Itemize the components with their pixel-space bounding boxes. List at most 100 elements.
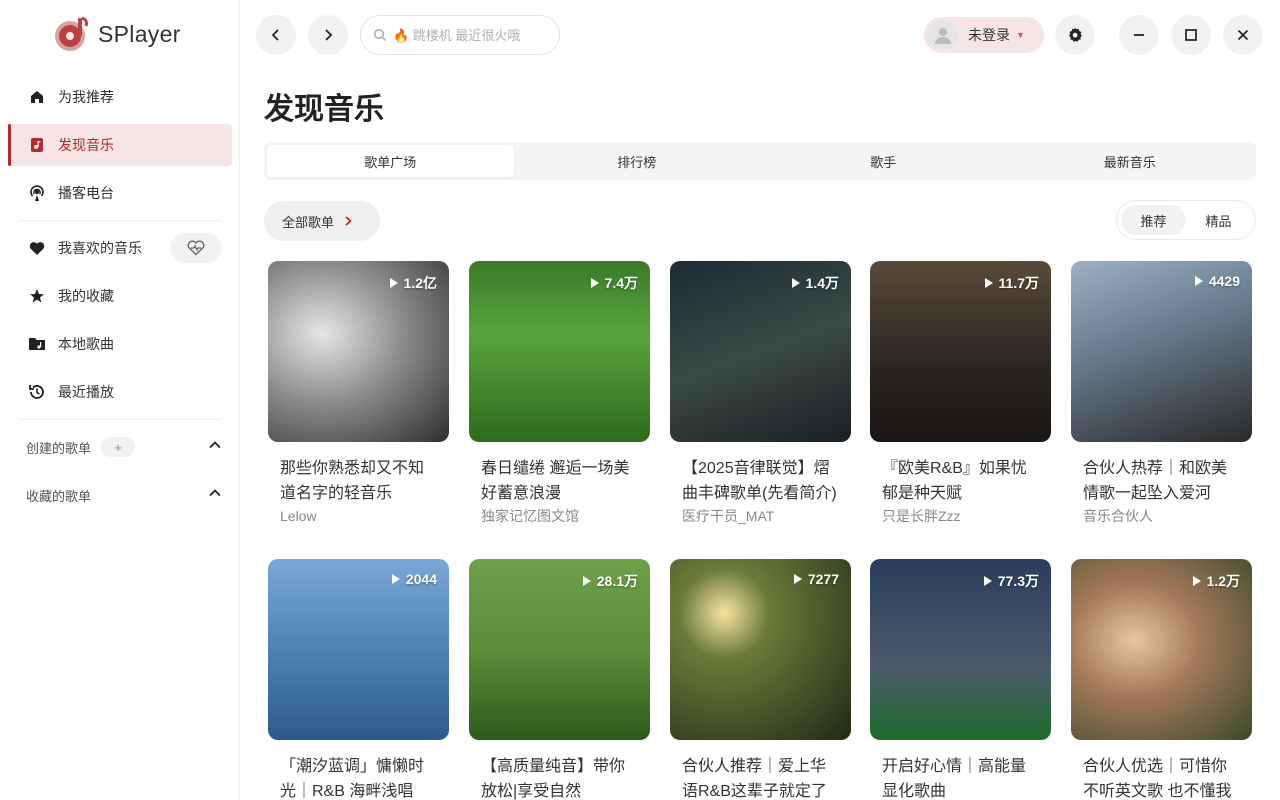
back-button[interactable] [256, 15, 296, 55]
play-icon [389, 278, 398, 288]
playlist-creator[interactable]: Lelow [280, 506, 437, 526]
play-count: 2044 [391, 571, 437, 587]
minimize-button[interactable] [1119, 15, 1159, 55]
sidebar-item-label: 我的收藏 [58, 288, 114, 304]
playlist-cover[interactable]: 1.4万 [670, 261, 851, 442]
sidebar-divider [18, 220, 222, 221]
all-playlists-label: 全部歌单 [282, 214, 335, 230]
tab-new-music[interactable]: 最新音乐 [1007, 145, 1254, 177]
playlist-creator[interactable]: 独家记忆图文馆 [481, 506, 638, 526]
chevron-left-icon [271, 29, 279, 41]
caret-down-icon: ▼ [1016, 30, 1025, 40]
settings-button[interactable] [1055, 15, 1095, 55]
close-icon [1237, 29, 1249, 41]
playlist-title[interactable]: 合伙人推荐｜爱上华语R&B这辈子就定了 [682, 754, 839, 800]
chevron-right-icon [325, 29, 333, 41]
playlist-card[interactable]: 4429 合伙人热荐｜和欧美情歌一起坠入爱河 音乐合伙人 [1071, 261, 1252, 526]
playlist-title[interactable]: 合伙人优选｜可惜你不听英文歌 也不懂我 [1083, 754, 1240, 800]
heartbeat-mode-button[interactable] [170, 233, 222, 263]
collected-playlists-header[interactable]: 收藏的歌单 [26, 483, 222, 507]
playlist-title[interactable]: 『欧美R&B』如果忧郁是种天赋 [882, 456, 1039, 506]
playlist-cover[interactable]: 7277 [670, 559, 851, 740]
add-playlist-button[interactable]: + [101, 437, 136, 457]
playlist-card[interactable]: 1.2万 合伙人优选｜可惜你不听英文歌 也不懂我 [1071, 559, 1252, 800]
created-playlists-header[interactable]: 创建的歌单 + [26, 435, 222, 459]
playlist-title[interactable]: 那些你熟悉却又不知道名字的轻音乐 [280, 456, 437, 506]
search-box[interactable] [360, 15, 560, 55]
playlist-card[interactable]: 77.3万 开启好心情｜高能量显化歌曲 [870, 559, 1051, 800]
all-playlists-button[interactable]: 全部歌单 [264, 201, 380, 241]
playlist-card[interactable]: 2044 「潮汐蓝调」慵懒时光｜R&B 海畔浅唱 [268, 559, 449, 800]
play-count: 77.3万 [983, 571, 1039, 591]
playlist-card[interactable]: 1.2亿 那些你熟悉却又不知道名字的轻音乐 Lelow [268, 261, 449, 526]
playlist-creator[interactable]: 只是长胖Zzz [882, 506, 1039, 526]
created-playlists-label: 创建的歌单 [26, 440, 92, 456]
play-count: 1.2万 [1192, 571, 1240, 591]
play-count-value: 4429 [1208, 273, 1240, 289]
search-input[interactable] [393, 27, 533, 43]
play-count: 1.4万 [791, 273, 839, 293]
sidebar-item-liked-music[interactable]: 我喜欢的音乐 [8, 227, 168, 269]
forward-button[interactable] [308, 15, 348, 55]
playlist-creator[interactable]: 音乐合伙人 [1083, 506, 1240, 526]
sidebar-item-recommend[interactable]: 为我推荐 [8, 76, 232, 118]
sidebar-item-favorites[interactable]: 我的收藏 [8, 275, 232, 317]
playlist-cover[interactable]: 1.2亿 [268, 261, 449, 442]
filter-recommend[interactable]: 推荐 [1121, 205, 1186, 235]
folder-music-icon [28, 335, 46, 353]
user-icon [935, 28, 951, 44]
sidebar-item-label: 发现音乐 [58, 137, 114, 153]
playlist-title[interactable]: 开启好心情｜高能量显化歌曲 [882, 754, 1039, 800]
playlist-card[interactable]: 11.7万 『欧美R&B』如果忧郁是种天赋 只是长胖Zzz [870, 261, 1051, 526]
tab-charts[interactable]: 排行榜 [514, 145, 761, 177]
app-logo[interactable]: SPlayer [54, 16, 181, 52]
chevron-up-icon[interactable] [208, 486, 222, 503]
tab-artists[interactable]: 歌手 [760, 145, 1007, 177]
user-menu[interactable]: 未登录 ▼ [924, 17, 1044, 53]
playlist-card[interactable]: 1.4万 【2025音律联觉】熠曲丰碑歌单(先看简介) 医疗干员_MAT [670, 261, 851, 526]
play-count-value: 1.2万 [1206, 573, 1240, 589]
playlist-cover[interactable]: 4429 [1071, 261, 1252, 442]
playlist-card[interactable]: 28.1万 【高质量纯音】带你放松|享受自然 [469, 559, 650, 800]
maximize-button[interactable] [1171, 15, 1211, 55]
play-count-value: 11.7万 [998, 275, 1039, 291]
play-icon [1192, 576, 1201, 586]
history-icon [28, 383, 46, 401]
playlist-title[interactable]: 合伙人热荐｜和欧美情歌一起坠入爱河 [1083, 456, 1240, 506]
playlist-title[interactable]: 「潮汐蓝调」慵懒时光｜R&B 海畔浅唱 [280, 754, 437, 800]
playlist-cover[interactable]: 1.2万 [1071, 559, 1252, 740]
playlist-cover[interactable]: 77.3万 [870, 559, 1051, 740]
sidebar-item-discover[interactable]: 发现音乐 [8, 124, 232, 166]
chevron-right-icon [345, 216, 352, 226]
sidebar-divider [18, 419, 222, 420]
main-content: 未登录 ▼ 发现音乐 歌单广场 排行榜 歌手 最新音乐 全部歌单 推荐 精品 1… [240, 0, 1280, 800]
playlist-cover[interactable]: 28.1万 [469, 559, 650, 740]
play-icon [590, 278, 599, 288]
filter-toggle: 推荐 精品 [1116, 200, 1256, 240]
close-button[interactable] [1223, 15, 1263, 55]
home-icon [28, 88, 46, 106]
playlist-cover[interactable]: 7.4万 [469, 261, 650, 442]
search-icon [373, 28, 387, 42]
minimize-icon [1134, 34, 1144, 36]
playlist-cover[interactable]: 11.7万 [870, 261, 1051, 442]
playlist-title[interactable]: 【高质量纯音】带你放松|享受自然 [481, 754, 638, 800]
sidebar-item-local-songs[interactable]: 本地歌曲 [8, 323, 232, 365]
sidebar-item-label: 我喜欢的音乐 [58, 240, 142, 256]
play-icon [391, 574, 400, 584]
playlist-title[interactable]: 【2025音律联觉】熠曲丰碑歌单(先看简介) [682, 456, 839, 506]
playlist-creator[interactable]: 医疗干员_MAT [682, 506, 839, 526]
playlist-card[interactable]: 7277 合伙人推荐｜爱上华语R&B这辈子就定了 [670, 559, 851, 800]
play-count: 28.1万 [582, 571, 638, 591]
logo-icon [54, 16, 88, 52]
tab-playlist-square[interactable]: 歌单广场 [267, 145, 514, 177]
playlist-cover[interactable]: 2044 [268, 559, 449, 740]
chevron-up-icon[interactable] [208, 438, 222, 455]
sidebar: SPlayer 为我推荐 发现音乐 播客电台 我喜欢的音乐 我的收藏 本地歌曲 … [0, 0, 240, 800]
sidebar-item-podcast[interactable]: 播客电台 [8, 172, 232, 214]
playlist-title[interactable]: 春日缱绻 邂逅一场美好蓄意浪漫 [481, 456, 638, 506]
page-title: 发现音乐 [264, 93, 384, 126]
sidebar-item-recent[interactable]: 最近播放 [8, 371, 232, 413]
filter-premium[interactable]: 精品 [1186, 205, 1251, 235]
playlist-card[interactable]: 7.4万 春日缱绻 邂逅一场美好蓄意浪漫 独家记忆图文馆 [469, 261, 650, 526]
